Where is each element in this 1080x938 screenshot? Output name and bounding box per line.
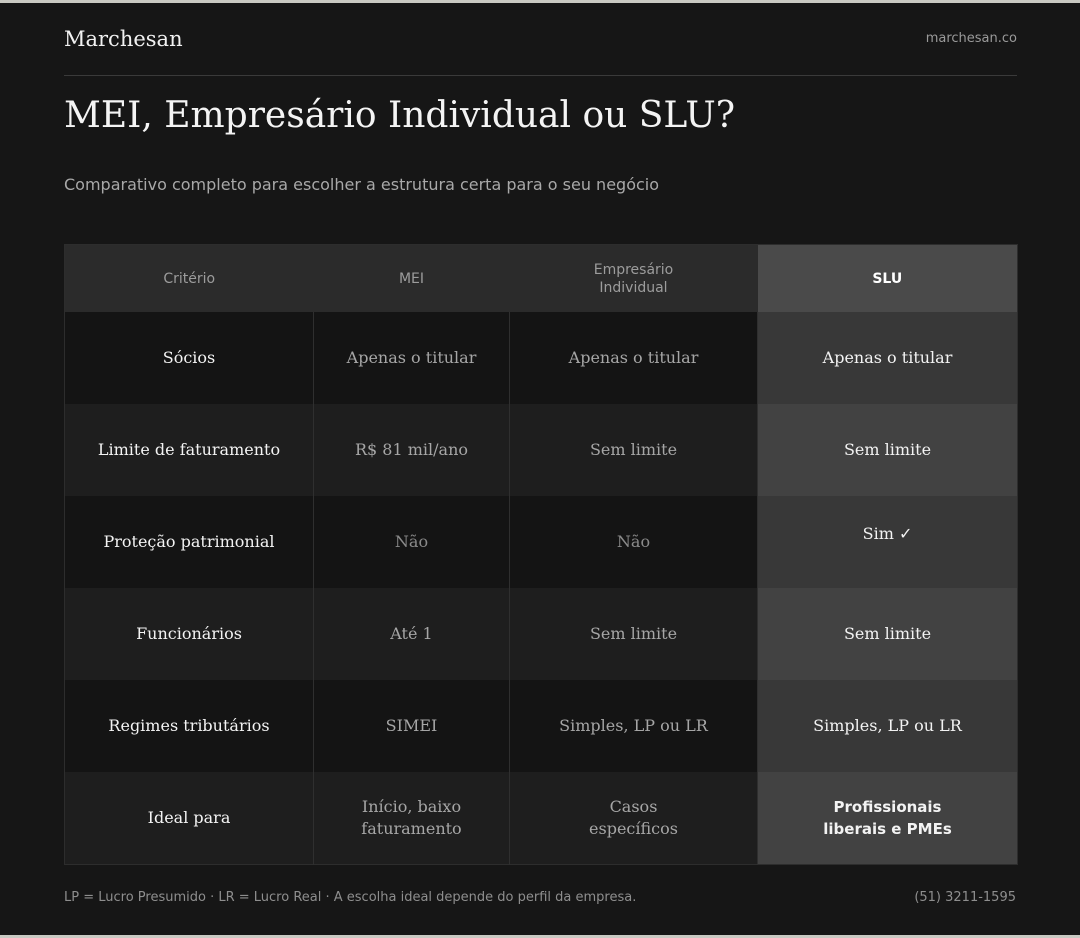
- slu-cell: Sem limite: [757, 404, 1018, 496]
- page-frame: Marchesan marchesan.co MEI, Empresário I…: [0, 3, 1080, 935]
- page-subtitle: Comparativo completo para escolher a est…: [64, 175, 660, 194]
- comparison-table: Critério MEI Empresário Individual SLU S…: [64, 244, 1018, 865]
- page-title: MEI, Empresário Individual ou SLU?: [64, 95, 736, 136]
- mei-cell: Não: [313, 496, 510, 588]
- column-header-mei: MEI: [313, 244, 510, 312]
- criterion-cell: Regimes tributários: [64, 680, 314, 772]
- site-link[interactable]: marchesan.co: [926, 30, 1017, 48]
- table-row: Ideal para Início, baixo faturamento Cas…: [64, 772, 1018, 865]
- footer-note: LP = Lucro Presumido · LR = Lucro Real ·…: [64, 890, 637, 905]
- slu-ideal-value: Profissionais liberais e PMEs: [823, 798, 952, 838]
- ei-cell: Casos específicos: [509, 772, 758, 865]
- brand-logo[interactable]: Marchesan: [64, 25, 183, 53]
- slu-cell: Sim ✓: [757, 496, 1018, 588]
- header: Marchesan marchesan.co: [64, 25, 1017, 76]
- slu-cell: Simples, LP ou LR: [757, 680, 1018, 772]
- slu-cell: Profissionais liberais e PMEs: [757, 772, 1018, 865]
- mei-cell: Início, baixo faturamento: [313, 772, 510, 865]
- ei-cell: Não: [509, 496, 758, 588]
- criterion-cell: Ideal para: [64, 772, 314, 865]
- column-header-criterio: Critério: [64, 244, 314, 312]
- slu-cell: Sem limite: [757, 588, 1018, 680]
- criterion-cell: Limite de faturamento: [64, 404, 314, 496]
- mei-cell: Até 1: [313, 588, 510, 680]
- column-header-slu: SLU: [757, 244, 1018, 312]
- criterion-cell: Proteção patrimonial: [64, 496, 314, 588]
- criterion-cell: Funcionários: [64, 588, 314, 680]
- ei-cell: Sem limite: [509, 404, 758, 496]
- slu-protection-value: Sim ✓: [862, 524, 913, 543]
- ei-cell: Simples, LP ou LR: [509, 680, 758, 772]
- footer-phone[interactable]: (51) 3211-1595: [914, 889, 1016, 907]
- mei-cell: SIMEI: [313, 680, 510, 772]
- table-row: Limite de faturamento R$ 81 mil/ano Sem …: [64, 404, 1018, 496]
- mei-cell: R$ 81 mil/ano: [313, 404, 510, 496]
- mei-ideal-value: Início, baixo faturamento: [361, 797, 462, 838]
- column-header-empresario-individual: Empresário Individual: [509, 244, 758, 312]
- table-row: Sócios Apenas o titular Apenas o titular…: [64, 312, 1018, 404]
- table-header-row: Critério MEI Empresário Individual SLU: [64, 244, 1018, 312]
- mei-cell: Apenas o titular: [313, 312, 510, 404]
- table-row: Funcionários Até 1 Sem limite Sem limite: [64, 588, 1018, 680]
- table-row: Regimes tributários SIMEI Simples, LP ou…: [64, 680, 1018, 772]
- ei-cell: Apenas o titular: [509, 312, 758, 404]
- ei-cell: Sem limite: [509, 588, 758, 680]
- slu-cell: Apenas o titular: [757, 312, 1018, 404]
- ei-ideal-value: Casos específicos: [589, 797, 678, 838]
- criterion-cell: Sócios: [64, 312, 314, 404]
- table-row: Proteção patrimonial Não Não Sim ✓: [64, 496, 1018, 588]
